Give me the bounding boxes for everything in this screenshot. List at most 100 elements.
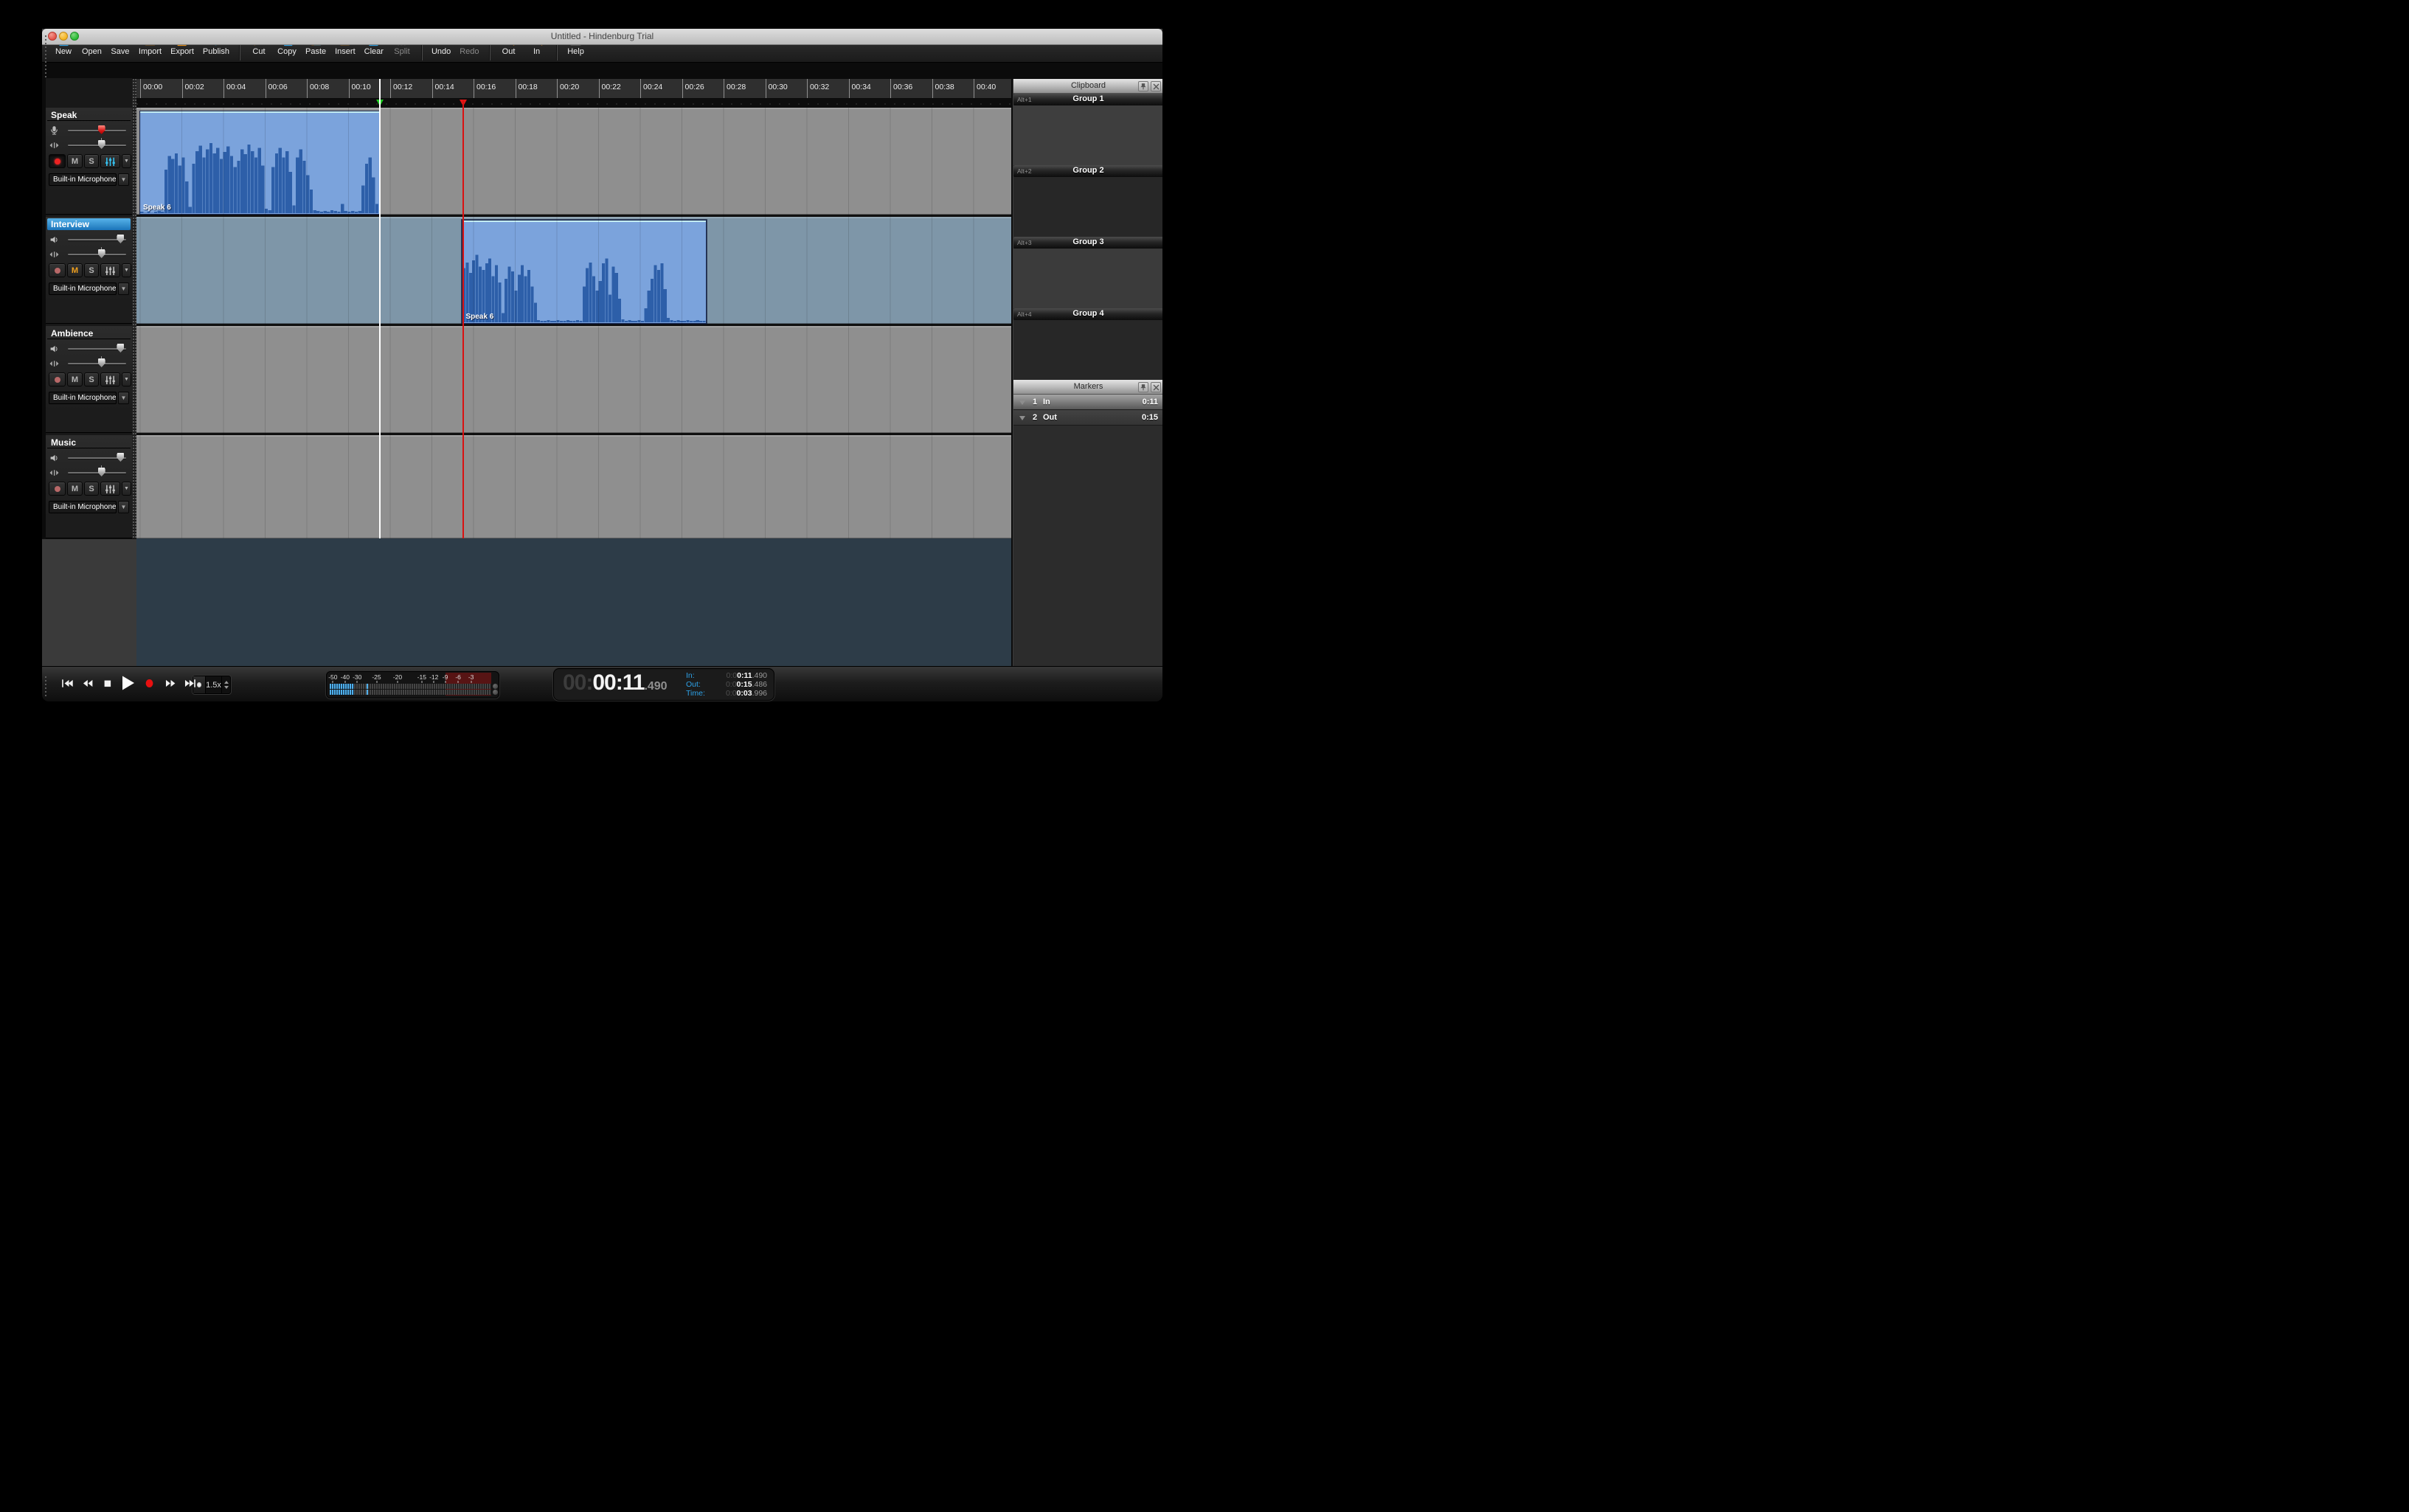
input-level-slider[interactable] <box>49 125 129 136</box>
input-level-slider[interactable] <box>49 344 129 354</box>
solo-button[interactable]: S <box>84 263 99 277</box>
time-display[interactable]: 00: 00:11.490 In: 0:00:11.490 Out: 0:00:15.4… <box>553 668 774 701</box>
marker-row[interactable]: 1 In 0:11 <box>1013 395 1162 410</box>
mute-button[interactable]: M <box>67 372 83 386</box>
record-arm-button[interactable] <box>49 154 66 168</box>
track-options-button[interactable]: ▼ <box>122 482 131 496</box>
input-device-select[interactable]: Built-in Microphone <box>49 173 117 186</box>
input-device-select[interactable]: Built-in Microphone <box>49 392 117 404</box>
pan-slider[interactable] <box>49 247 129 260</box>
track-header-speak: Speak M S ▼ Built-in Microphone ▼ <box>46 108 132 215</box>
rewind-button[interactable] <box>77 673 98 693</box>
track-name[interactable]: Ambience <box>47 327 131 339</box>
input-device-arrow-icon[interactable]: ▼ <box>118 392 129 404</box>
speed-up-icon[interactable] <box>223 681 229 684</box>
record-button[interactable] <box>140 673 161 693</box>
clipboard-group-header[interactable]: Alt+4 Group 4 <box>1013 308 1162 320</box>
time-field-row: In: 0:00:11.490 <box>686 671 767 680</box>
clipboard-group-header[interactable]: Alt+3 Group 3 <box>1013 237 1162 249</box>
audio-clip[interactable]: Speak 6 <box>462 220 707 324</box>
track-options-button[interactable]: ▼ <box>122 154 131 168</box>
input-device-row: Built-in Microphone ▼ <box>49 501 129 513</box>
timeline-lanes[interactable]: Speak 6 Speak 6 <box>136 108 1011 538</box>
vu-meter-row <box>330 684 498 689</box>
clipboard-group-body[interactable] <box>1013 249 1162 308</box>
clipboard-group-body[interactable] <box>1013 177 1162 237</box>
mixer-eq-button[interactable] <box>100 263 120 277</box>
pan-slider[interactable] <box>49 356 129 369</box>
record-arm-button[interactable] <box>49 263 66 277</box>
clipboard-group-header[interactable]: Alt+1 Group 1 <box>1013 94 1162 105</box>
speed-stepper[interactable] <box>221 676 230 693</box>
help-label: Help <box>567 47 584 56</box>
window-titlebar[interactable]: Untitled - Hindenburg Trial <box>42 29 1162 45</box>
mute-button[interactable]: M <box>67 154 83 168</box>
timeline-ruler[interactable]: 00:00 00:02 00:04 00:06 00:08 00:10 00:12 00:14… <box>136 79 1011 99</box>
lane-music[interactable] <box>136 435 1011 538</box>
input-level-slider[interactable] <box>49 235 129 245</box>
slider-handle[interactable] <box>97 468 105 476</box>
ruler-tick <box>598 79 600 98</box>
input-device-arrow-icon[interactable]: ▼ <box>118 501 129 513</box>
mixer-eq-button[interactable] <box>100 372 120 386</box>
close-panel-icon[interactable] <box>1151 382 1161 392</box>
lane-speak[interactable]: Speak 6 <box>136 108 1011 215</box>
solo-button[interactable]: S <box>84 372 99 386</box>
speed-down-icon[interactable] <box>223 686 229 689</box>
solo-button[interactable]: S <box>84 482 99 496</box>
skip-to-start-button[interactable] <box>57 673 77 693</box>
slider-handle[interactable] <box>117 235 125 243</box>
speed-value: 1.5x <box>206 680 221 690</box>
input-device-arrow-icon[interactable]: ▼ <box>118 173 129 186</box>
record-arm-button[interactable] <box>49 482 66 496</box>
slider-handle[interactable] <box>97 125 105 134</box>
marker-expand-icon[interactable] <box>1019 416 1025 420</box>
input-device-row: Built-in Microphone ▼ <box>49 392 129 404</box>
ruler-time-label: 00:34 <box>851 83 871 91</box>
lane-interview[interactable]: Speak 6 <box>136 217 1011 324</box>
play-button[interactable] <box>117 673 138 693</box>
audio-clip[interactable]: Speak 6 <box>139 111 380 215</box>
mute-button[interactable]: M <box>67 482 83 496</box>
input-device-arrow-icon[interactable]: ▼ <box>118 282 129 295</box>
pin-panel-icon[interactable] <box>1138 382 1148 392</box>
slider-handle[interactable] <box>117 453 125 462</box>
pan-slider[interactable] <box>49 465 129 478</box>
clipboard-titlebar: Clipboard <box>1013 79 1162 94</box>
track-name[interactable]: Music <box>47 437 131 448</box>
record-arm-button[interactable] <box>49 372 66 386</box>
fast-forward-button[interactable] <box>160 673 181 693</box>
clipboard-group-body[interactable] <box>1013 105 1162 165</box>
pan-slider[interactable] <box>49 138 129 150</box>
marker-expand-icon[interactable] <box>1019 400 1025 405</box>
slider-handle[interactable] <box>97 140 105 149</box>
stop-button[interactable] <box>98 673 119 693</box>
clipboard-group-header[interactable]: Alt+2 Group 2 <box>1013 165 1162 177</box>
ruler-time-label: 00:24 <box>643 83 663 91</box>
input-device-select[interactable]: Built-in Microphone <box>49 282 117 295</box>
mixer-eq-button[interactable] <box>100 482 120 496</box>
lane-ambience[interactable] <box>136 326 1011 433</box>
vu-scale-tick <box>457 681 459 683</box>
vu-scale-label: -40 <box>340 673 350 681</box>
track-name[interactable]: Speak <box>47 109 131 121</box>
slider-handle[interactable] <box>97 358 105 367</box>
slider-handle[interactable] <box>117 344 125 353</box>
in-marker-flag-icon[interactable] <box>376 100 384 106</box>
track-options-button[interactable]: ▼ <box>122 263 131 277</box>
marker-row[interactable]: 2 Out 0:15 <box>1013 410 1162 426</box>
close-panel-icon[interactable] <box>1151 81 1161 91</box>
solo-button[interactable]: S <box>84 154 99 168</box>
track-options-button[interactable]: ▼ <box>122 372 131 386</box>
input-level-slider[interactable] <box>49 453 129 463</box>
skip-to-end-button[interactable] <box>179 673 200 693</box>
pin-panel-icon[interactable] <box>1138 81 1148 91</box>
slider-handle[interactable] <box>97 249 105 258</box>
transport-drag-handle-icon[interactable] <box>44 671 47 697</box>
input-device-select[interactable]: Built-in Microphone <box>49 501 117 513</box>
mixer-eq-button[interactable] <box>100 154 120 168</box>
mute-button[interactable]: M <box>67 263 83 277</box>
clipboard-group-body[interactable] <box>1013 320 1162 380</box>
out-marker-flag-icon[interactable] <box>459 100 467 106</box>
track-name[interactable]: Interview <box>47 218 131 230</box>
